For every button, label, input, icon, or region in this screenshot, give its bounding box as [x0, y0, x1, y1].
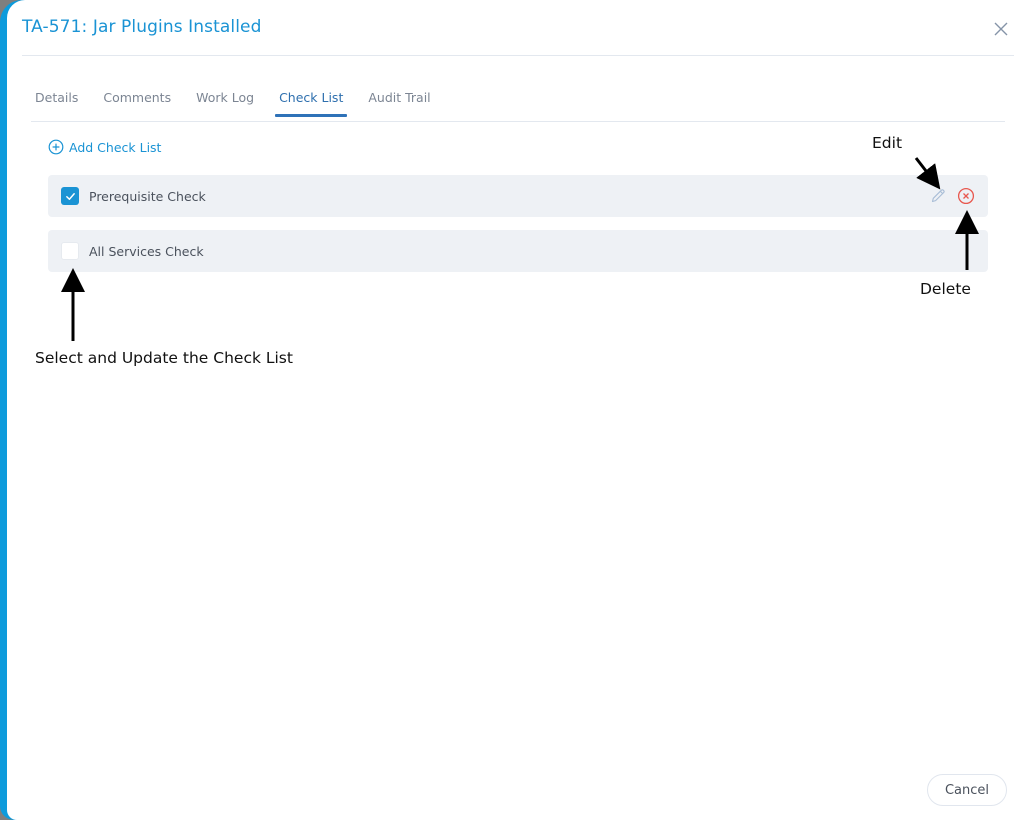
tab-bar: Details Comments Work Log Check List Aud… [35, 90, 456, 117]
annotation-delete: Delete [920, 280, 971, 298]
add-check-list-label: Add Check List [69, 139, 162, 155]
pencil-icon[interactable] [929, 187, 947, 205]
close-icon [994, 22, 1008, 36]
close-button[interactable] [992, 20, 1010, 38]
row-actions [929, 187, 975, 205]
checklist-item: Prerequisite Check [48, 175, 988, 217]
checklist-item-label: Prerequisite Check [89, 188, 206, 204]
cancel-button[interactable]: Cancel [927, 774, 1007, 806]
modal-title: TA-571: Jar Plugins Installed [22, 17, 262, 37]
delete-circle-icon[interactable] [957, 187, 975, 205]
checkmark-icon [65, 192, 75, 200]
tab-work-log[interactable]: Work Log [196, 90, 266, 114]
checklist-checkbox-unchecked[interactable] [61, 242, 79, 260]
plus-circle-icon [48, 139, 64, 155]
checklist-checkbox-checked[interactable] [61, 187, 79, 205]
task-modal: TA-571: Jar Plugins Installed Details Co… [7, 0, 1024, 820]
checklist-item-label: All Services Check [89, 243, 204, 259]
header-divider [22, 55, 1014, 56]
annotation-edit: Edit [872, 134, 903, 152]
tabs-divider [31, 121, 1005, 122]
add-check-list-button[interactable]: Add Check List [48, 139, 161, 155]
tab-details[interactable]: Details [35, 90, 90, 114]
annotation-select: Select and Update the Check List [35, 349, 293, 367]
checklist-item: All Services Check [48, 230, 988, 272]
tab-check-list[interactable]: Check List [275, 90, 355, 117]
tab-audit-trail[interactable]: Audit Trail [368, 90, 442, 114]
tab-comments[interactable]: Comments [103, 90, 183, 114]
